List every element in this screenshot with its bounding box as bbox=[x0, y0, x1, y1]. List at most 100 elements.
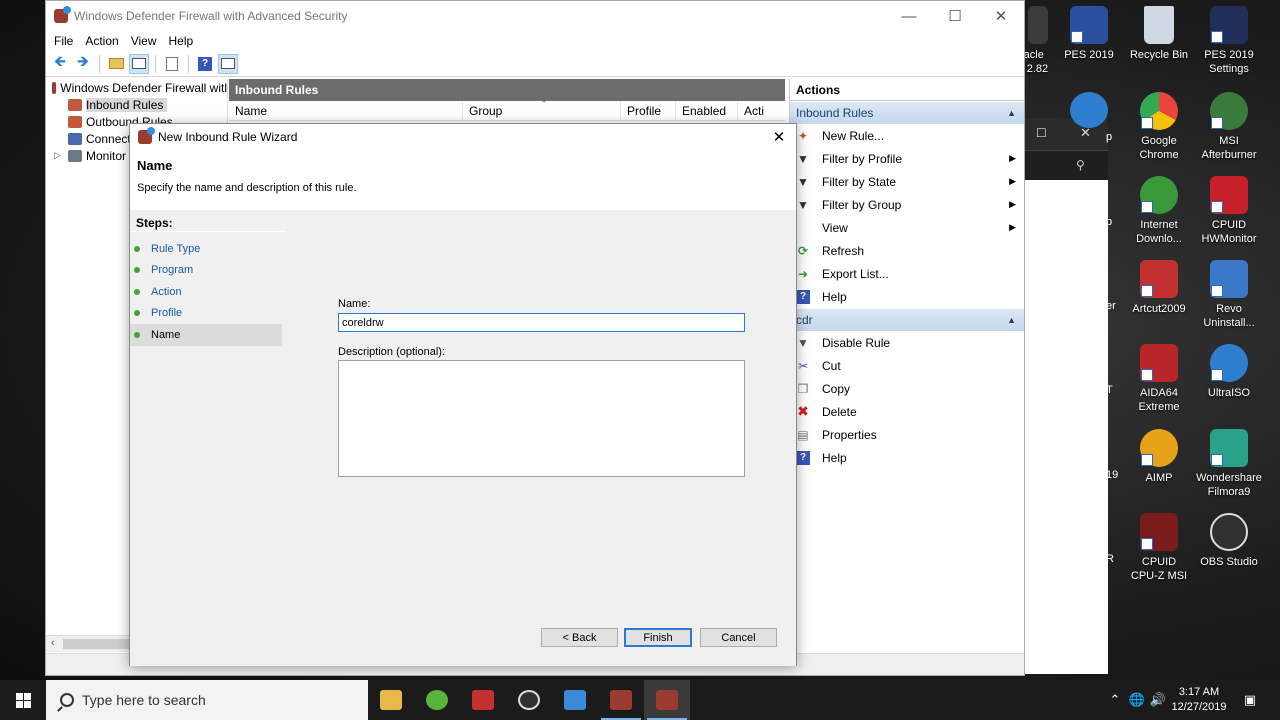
menu-file[interactable]: File bbox=[50, 34, 81, 48]
network-icon[interactable]: 🌐 bbox=[1126, 680, 1148, 720]
taskbar-search-box[interactable]: Type here to search bbox=[46, 680, 368, 720]
action-export-list[interactable]: ➜ Export List... bbox=[790, 262, 1024, 285]
action-copy[interactable]: ❐ Copy bbox=[790, 377, 1024, 400]
step-action[interactable]: Action bbox=[130, 281, 286, 303]
maximize-icon[interactable]: ☐ bbox=[1036, 126, 1047, 140]
partial-icon-label: 19 bbox=[1106, 469, 1119, 481]
wizard-titlebar[interactable]: New Inbound Rule Wizard bbox=[130, 124, 796, 150]
menu-action[interactable]: Action bbox=[81, 34, 126, 48]
desktop-icon-pes-settings[interactable]: PES 2019 Settings bbox=[1194, 6, 1264, 76]
desktop-icon-label: Artcut2009 bbox=[1132, 303, 1186, 315]
background-window-search: ⚲ bbox=[1024, 150, 1108, 180]
desktop-icon-chrome[interactable]: Google Chrome bbox=[1124, 92, 1194, 162]
finish-button[interactable]: Finish bbox=[624, 628, 692, 647]
desktop-icon-idm[interactable]: Internet Downlo... bbox=[1124, 176, 1194, 246]
step-program[interactable]: Program bbox=[130, 260, 286, 282]
desktop-icon-aimp[interactable]: AIMP bbox=[1124, 429, 1194, 485]
taskbar-firewall-wizard[interactable] bbox=[644, 680, 690, 720]
taskbar-app-green[interactable] bbox=[414, 680, 460, 720]
firewall-app-icon bbox=[54, 6, 71, 23]
partial-desktop-icon[interactable] bbox=[1070, 92, 1108, 128]
description-textarea[interactable] bbox=[338, 360, 745, 477]
window-titlebar[interactable]: Windows Defender Firewall with Advanced … bbox=[46, 1, 1024, 31]
taskbar-firewall[interactable] bbox=[598, 680, 644, 720]
search-icon[interactable]: ⚲ bbox=[1076, 158, 1085, 172]
start-button[interactable] bbox=[0, 680, 46, 720]
taskbar-artcut[interactable] bbox=[460, 680, 506, 720]
up-folder-icon[interactable] bbox=[106, 54, 126, 74]
close-button[interactable]: ✕ bbox=[978, 1, 1024, 31]
pes-icon bbox=[1070, 6, 1108, 44]
idm-icon bbox=[1140, 176, 1178, 214]
step-profile[interactable]: Profile bbox=[130, 303, 286, 325]
desktop-icon-filmora[interactable]: Wondershare Filmora9 bbox=[1194, 429, 1264, 499]
close-icon: ✕ bbox=[772, 129, 786, 146]
action-help-rule[interactable]: ? Help bbox=[790, 446, 1024, 469]
taskbar-obs[interactable] bbox=[506, 680, 552, 720]
action-filter-by-profile[interactable]: ▼ Filter by Profile ▶ bbox=[790, 147, 1024, 170]
action-disable-rule[interactable]: ▼ Disable Rule bbox=[790, 331, 1024, 354]
rule-name-input[interactable] bbox=[338, 313, 745, 332]
action-label: Properties bbox=[822, 427, 877, 442]
action-delete[interactable]: ✖ Delete bbox=[790, 400, 1024, 423]
taskbar-file-explorer[interactable] bbox=[368, 680, 414, 720]
expand-chevron-icon[interactable]: ▷ bbox=[54, 150, 68, 161]
action-filter-by-group[interactable]: ▼ Filter by Group ▶ bbox=[790, 193, 1024, 216]
step-label: Action bbox=[151, 285, 182, 298]
show-hidden-icons-chevron[interactable]: ⌃ bbox=[1106, 680, 1124, 720]
desktop-icon-msi-afterburner[interactable]: MSI Afterburner bbox=[1194, 92, 1264, 162]
action-filter-by-state[interactable]: ▼ Filter by State ▶ bbox=[790, 170, 1024, 193]
recycle-bin-icon bbox=[1144, 6, 1174, 44]
taskbar-control-panel[interactable] bbox=[552, 680, 598, 720]
desktop-icon-hwmonitor[interactable]: CPUID HWMonitor bbox=[1194, 176, 1264, 246]
desktop-icon-aida64[interactable]: AIDA64 Extreme bbox=[1124, 344, 1194, 414]
collapse-icon[interactable]: ▲ bbox=[1007, 315, 1016, 325]
step-label: Program bbox=[151, 264, 194, 277]
tree-item-inbound-rules[interactable]: Inbound Rules bbox=[46, 96, 227, 113]
actions-section-selected-rule[interactable]: cdr ▲ bbox=[790, 309, 1024, 331]
show-hide-action-pane-icon[interactable] bbox=[218, 53, 238, 74]
desktop-icon-revo[interactable]: Revo Uninstall... bbox=[1194, 260, 1264, 330]
action-help[interactable]: ? Help bbox=[790, 285, 1024, 308]
desktop-icon-cpuz[interactable]: CPUID CPU-Z MSI bbox=[1124, 513, 1194, 583]
desktop-icon-artcut[interactable]: Artcut2009 bbox=[1124, 260, 1194, 316]
desktop-icon-obs[interactable]: OBS Studio bbox=[1194, 513, 1264, 569]
help-icon[interactable]: ? bbox=[195, 54, 215, 74]
cancel-button[interactable]: Cancel bbox=[700, 628, 777, 647]
volume-icon[interactable]: 🔊 bbox=[1148, 680, 1168, 720]
export-list-icon[interactable] bbox=[162, 54, 182, 74]
menu-view[interactable]: View bbox=[127, 34, 165, 48]
back-button[interactable]: < Back bbox=[541, 628, 618, 647]
action-refresh[interactable]: ⟳ Refresh bbox=[790, 239, 1024, 262]
desktop-icon-recycle-bin[interactable]: Recycle Bin bbox=[1124, 6, 1194, 62]
submenu-arrow-icon: ▶ bbox=[1009, 199, 1016, 209]
tree-root[interactable]: Windows Defender Firewall witl bbox=[46, 79, 227, 96]
firewall-icon bbox=[610, 690, 632, 710]
step-current-icon bbox=[134, 331, 140, 338]
column-action[interactable]: Acti bbox=[738, 101, 775, 121]
column-name[interactable]: Name bbox=[229, 100, 463, 121]
maximize-button[interactable]: ☐ bbox=[932, 1, 978, 31]
scroll-left-icon[interactable]: ‹ bbox=[51, 637, 55, 649]
ultraiso-icon bbox=[1210, 344, 1248, 382]
monitoring-icon bbox=[68, 149, 82, 162]
action-new-rule[interactable]: ✦ New Rule... bbox=[790, 124, 1024, 147]
minimize-button[interactable]: — bbox=[886, 1, 932, 31]
action-cut[interactable]: ✂ Cut bbox=[790, 354, 1024, 377]
desktop-icon-pes2019[interactable]: PES 2019 bbox=[1054, 6, 1124, 62]
action-center-icon[interactable]: ▣ bbox=[1236, 680, 1264, 720]
actions-section-inbound-rules[interactable]: Inbound Rules ▲ bbox=[790, 102, 1024, 124]
wizard-close-button[interactable]: ✕ bbox=[768, 126, 790, 148]
step-rule-type[interactable]: Rule Type bbox=[130, 238, 286, 260]
menu-help[interactable]: Help bbox=[165, 34, 202, 48]
action-view[interactable]: View ▶ bbox=[790, 216, 1024, 239]
column-enabled[interactable]: Enabled bbox=[676, 100, 738, 121]
column-profile[interactable]: Profile bbox=[621, 100, 676, 121]
action-properties[interactable]: ▤ Properties bbox=[790, 423, 1024, 446]
forward-arrow-icon[interactable]: 🡺 bbox=[73, 53, 93, 74]
desktop-icon-ultraiso[interactable]: UltraISO bbox=[1194, 344, 1264, 400]
show-hide-tree-icon[interactable] bbox=[129, 53, 149, 74]
back-arrow-icon[interactable]: 🡸 bbox=[50, 53, 70, 74]
collapse-icon[interactable]: ▲ bbox=[1007, 108, 1016, 118]
taskbar-clock[interactable]: 3:17 AM 12/27/2019 bbox=[1166, 685, 1232, 715]
